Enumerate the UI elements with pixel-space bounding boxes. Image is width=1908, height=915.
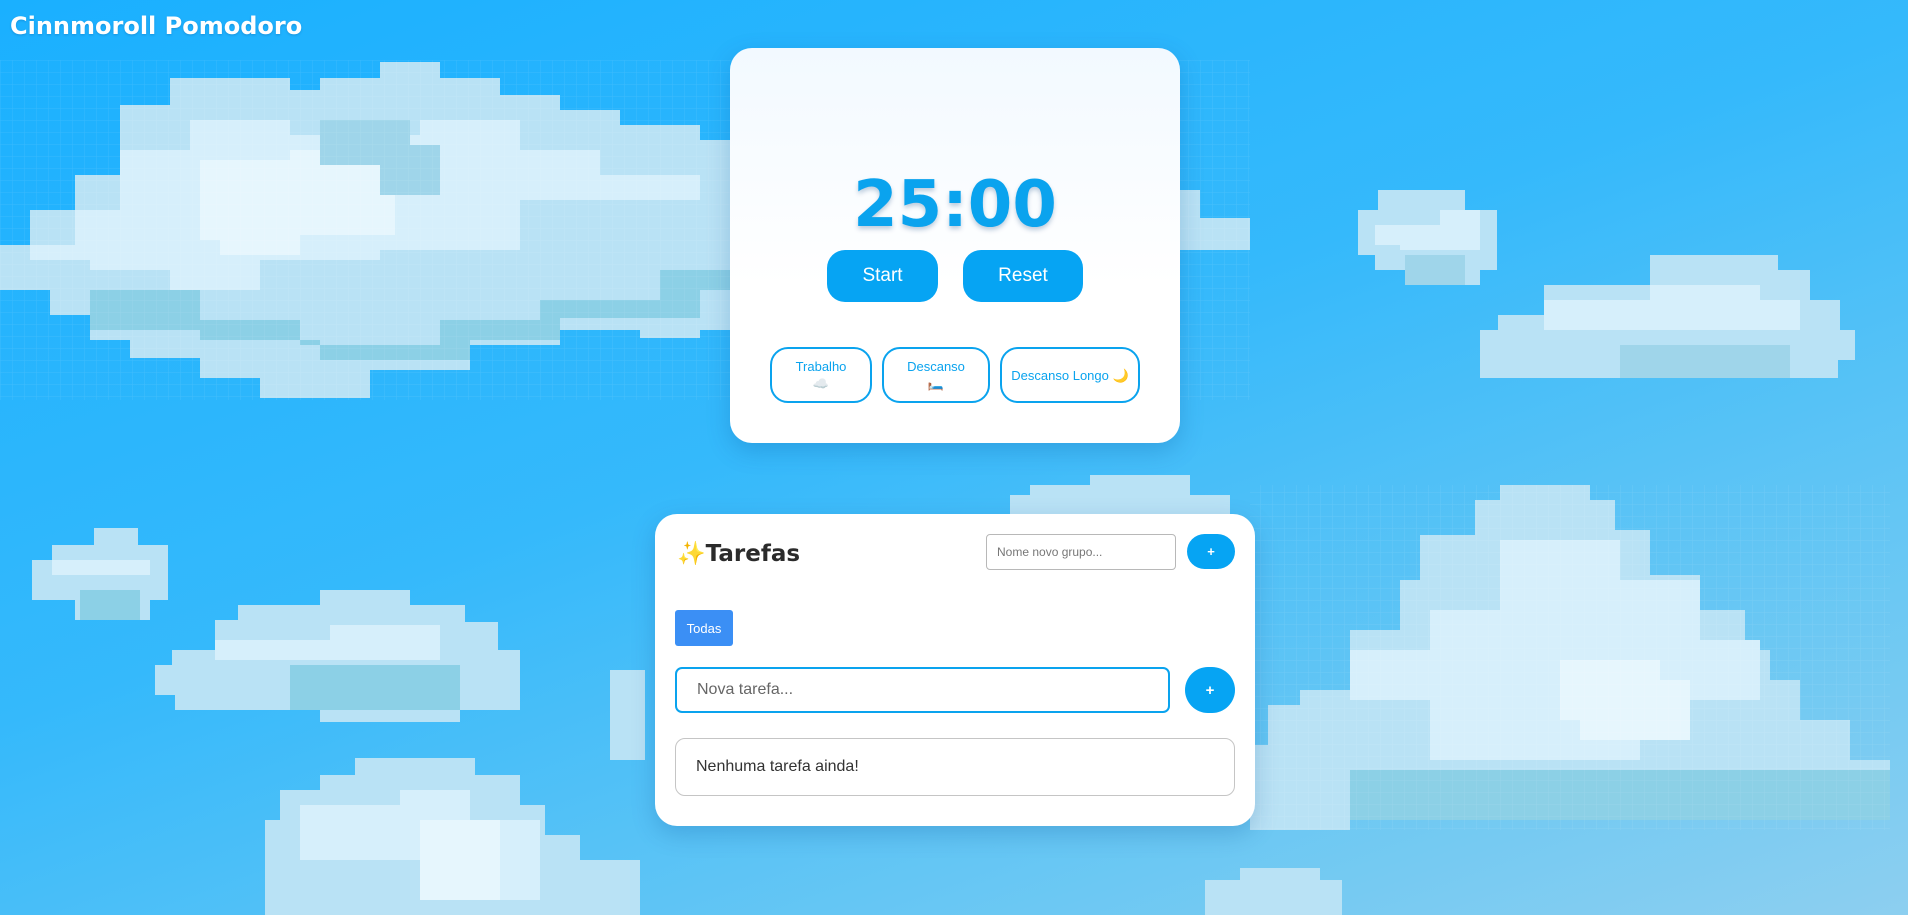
timer-card: 25:00 Start Reset Trabalho ☁️ Descanso 🛏…	[730, 48, 1180, 443]
add-task-button[interactable]: +	[1185, 667, 1235, 713]
new-task-input[interactable]	[675, 667, 1170, 713]
group-tab-todas[interactable]: Todas	[675, 610, 733, 646]
tasks-heading: ✨Tarefas	[677, 540, 800, 567]
mode-descanso-button[interactable]: Descanso 🛏️	[882, 347, 990, 403]
mode-trabalho-button[interactable]: Trabalho ☁️	[770, 347, 872, 403]
sparkles-icon: ✨	[677, 541, 706, 567]
tasks-card: ✨Tarefas + Todas + Nenhuma tarefa ainda!	[655, 514, 1255, 826]
mode-label: Trabalho	[795, 359, 847, 374]
empty-task-list: Nenhuma tarefa ainda!	[675, 738, 1235, 796]
empty-message: Nenhuma tarefa ainda!	[696, 758, 859, 775]
start-button[interactable]: Start	[827, 250, 938, 302]
add-group-button[interactable]: +	[1187, 534, 1235, 569]
timer-display: 25:00	[853, 168, 1057, 242]
app-title: Cinnmoroll Pomodoro	[10, 12, 303, 40]
mode-label: Descanso Longo 🌙	[1011, 367, 1129, 383]
new-group-input[interactable]	[986, 534, 1176, 570]
moon-icon: 🌙	[1112, 367, 1129, 383]
tasks-heading-text: Tarefas	[705, 541, 801, 567]
bed-icon: 🛏️	[927, 376, 945, 391]
mode-label: Descanso	[907, 359, 965, 374]
cloud-icon: ☁️	[812, 376, 830, 391]
reset-button[interactable]: Reset	[963, 250, 1083, 302]
mode-descanso-longo-button[interactable]: Descanso Longo 🌙	[1000, 347, 1140, 403]
